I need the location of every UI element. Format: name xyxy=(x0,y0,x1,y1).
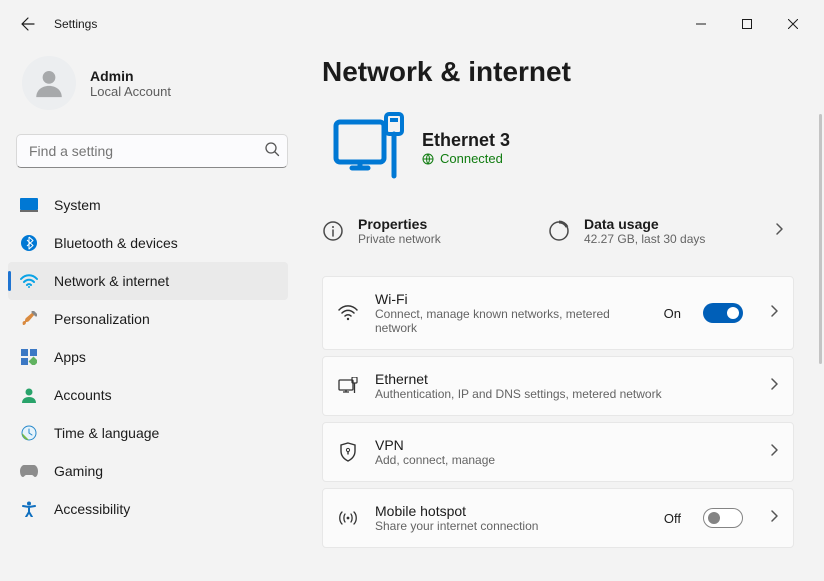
chevron-right-icon xyxy=(769,377,779,396)
close-icon xyxy=(788,19,798,29)
connection-status: Connected xyxy=(422,151,510,166)
nav-item-accessibility[interactable]: Accessibility xyxy=(8,490,288,528)
nav-item-personalization[interactable]: Personalization xyxy=(8,300,288,338)
system-icon xyxy=(20,196,38,214)
close-button[interactable] xyxy=(770,8,816,40)
avatar xyxy=(22,56,76,110)
nav-label: Apps xyxy=(54,349,86,365)
connection-hero: Ethernet 3 Connected xyxy=(322,106,794,190)
profile-name: Admin xyxy=(90,68,171,84)
arrow-left-icon xyxy=(20,16,36,32)
maximize-button[interactable] xyxy=(724,8,770,40)
gamepad-icon xyxy=(20,462,38,480)
usage-sub: 42.27 GB, last 30 days xyxy=(584,232,705,246)
hotspot-toggle[interactable] xyxy=(703,508,743,528)
search-box xyxy=(16,134,288,168)
data-usage-icon xyxy=(548,220,570,242)
chevron-right-icon xyxy=(769,304,779,323)
wifi-state: On xyxy=(664,306,681,321)
sidebar: Admin Local Account System Bluetooth & d… xyxy=(0,48,300,581)
clock-icon xyxy=(20,424,38,442)
search-input[interactable] xyxy=(16,134,288,168)
hotspot-state: Off xyxy=(664,511,681,526)
card-wifi[interactable]: Wi-Fi Connect, manage known networks, me… xyxy=(322,276,794,350)
usage-title: Data usage xyxy=(584,216,705,232)
accessibility-icon xyxy=(20,500,38,518)
connection-name: Ethernet 3 xyxy=(422,130,510,151)
nav-label: Network & internet xyxy=(54,273,169,289)
shield-icon xyxy=(337,442,359,462)
ethernet-title: Ethernet xyxy=(375,371,753,387)
card-ethernet[interactable]: Ethernet Authentication, IP and DNS sett… xyxy=(322,356,794,416)
brush-icon xyxy=(20,310,38,328)
nav-item-accounts[interactable]: Accounts xyxy=(8,376,288,414)
nav-label: Personalization xyxy=(54,311,150,327)
globe-icon xyxy=(422,153,434,165)
vpn-sub: Add, connect, manage xyxy=(375,453,753,467)
wifi-toggle[interactable] xyxy=(703,303,743,323)
ethernet-sub: Authentication, IP and DNS settings, met… xyxy=(375,387,753,401)
nav-label: Gaming xyxy=(54,463,103,479)
nav-label: Accessibility xyxy=(54,501,130,517)
ethernet-icon xyxy=(337,377,359,395)
apps-icon xyxy=(20,348,38,366)
chevron-right-icon xyxy=(769,509,779,528)
hotspot-title: Mobile hotspot xyxy=(375,503,648,519)
nav-item-system[interactable]: System xyxy=(8,186,288,224)
content: Network & internet Ethernet 3 Connected xyxy=(300,48,824,581)
page-heading: Network & internet xyxy=(322,56,824,88)
profile-sub: Local Account xyxy=(90,84,171,99)
nav-item-time[interactable]: Time & language xyxy=(8,414,288,452)
nav-label: Accounts xyxy=(54,387,112,403)
back-button[interactable] xyxy=(8,4,48,44)
vpn-title: VPN xyxy=(375,437,753,453)
chevron-right-icon xyxy=(774,222,794,241)
maximize-icon xyxy=(742,19,752,29)
person-icon xyxy=(32,66,66,100)
chevron-right-icon xyxy=(769,443,779,462)
properties-title: Properties xyxy=(358,216,441,232)
hotspot-icon xyxy=(337,509,359,527)
nav-item-bluetooth[interactable]: Bluetooth & devices xyxy=(8,224,288,262)
scrollbar[interactable] xyxy=(819,114,822,364)
properties-sub: Private network xyxy=(358,232,441,246)
nav-list: System Bluetooth & devices Network & int… xyxy=(8,186,288,528)
wifi-sub: Connect, manage known networks, metered … xyxy=(375,307,648,335)
bluetooth-icon xyxy=(20,234,38,252)
minimize-icon xyxy=(696,19,706,29)
wifi-title: Wi-Fi xyxy=(375,291,648,307)
card-hotspot[interactable]: Mobile hotspot Share your internet conne… xyxy=(322,488,794,548)
data-usage-link[interactable]: Data usage 42.27 GB, last 30 days xyxy=(548,216,774,246)
properties-usage-row[interactable]: Properties Private network Data usage 42… xyxy=(322,200,794,262)
info-icon xyxy=(322,220,344,242)
nav-label: System xyxy=(54,197,101,213)
accounts-icon xyxy=(20,386,38,404)
nav-label: Bluetooth & devices xyxy=(54,235,178,251)
search-icon[interactable] xyxy=(264,141,280,162)
window-controls xyxy=(678,8,816,40)
properties-link[interactable]: Properties Private network xyxy=(322,216,548,246)
wifi-icon xyxy=(337,305,359,321)
window-title: Settings xyxy=(54,17,97,31)
nav-item-network[interactable]: Network & internet xyxy=(8,262,288,300)
card-vpn[interactable]: VPN Add, connect, manage xyxy=(322,422,794,482)
titlebar: Settings xyxy=(0,0,824,48)
nav-item-gaming[interactable]: Gaming xyxy=(8,452,288,490)
hotspot-sub: Share your internet connection xyxy=(375,519,648,533)
nav-label: Time & language xyxy=(54,425,159,441)
nav-item-apps[interactable]: Apps xyxy=(8,338,288,376)
minimize-button[interactable] xyxy=(678,8,724,40)
profile-block[interactable]: Admin Local Account xyxy=(16,48,288,128)
wifi-icon xyxy=(20,272,38,290)
ethernet-pc-icon xyxy=(322,106,422,190)
